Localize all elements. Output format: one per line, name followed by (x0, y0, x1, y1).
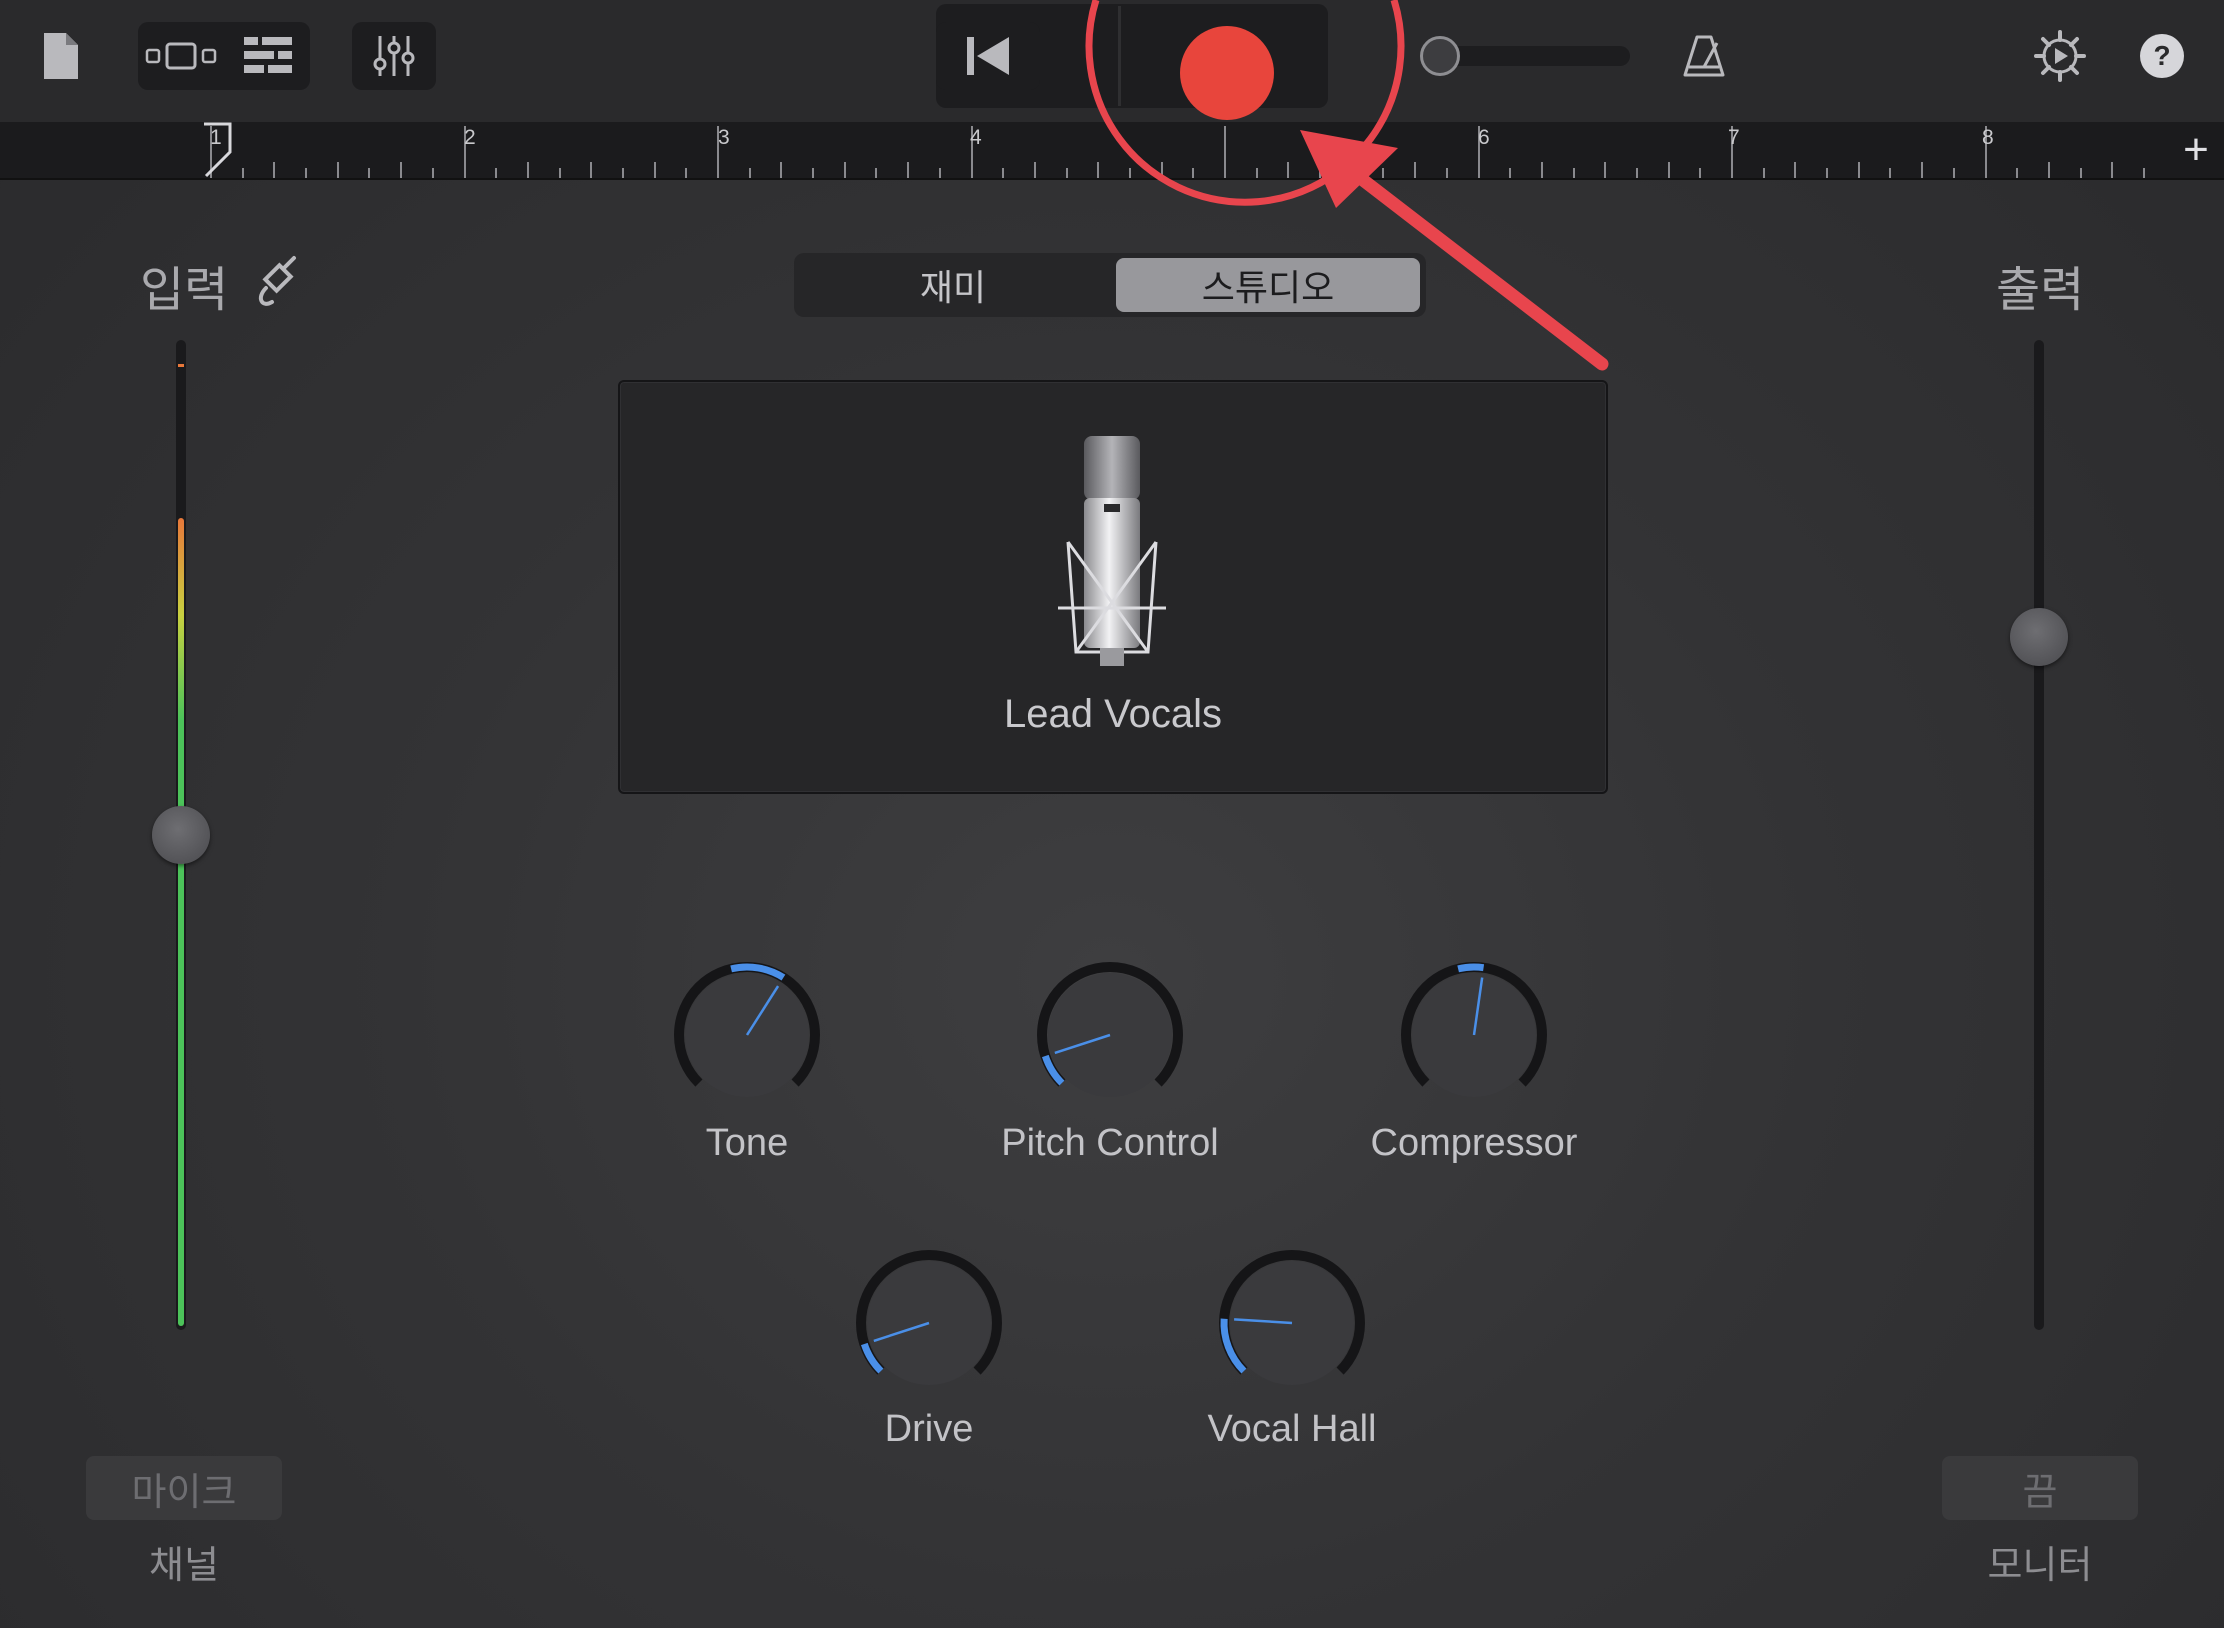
annotation-overlay (1085, 0, 1609, 371)
annotation-arrow (1300, 130, 1609, 371)
